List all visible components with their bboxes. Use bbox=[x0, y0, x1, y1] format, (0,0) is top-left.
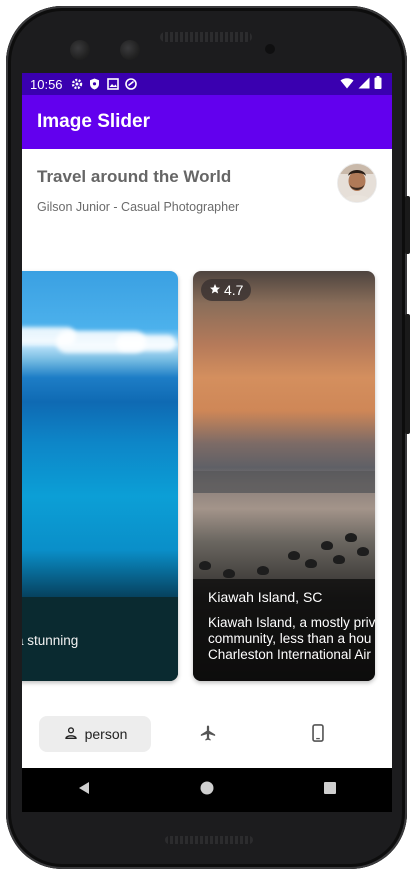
status-bar: 10:56 bbox=[22, 73, 392, 95]
front-camera-icon bbox=[70, 40, 90, 60]
earpiece-speaker bbox=[160, 32, 252, 42]
battery-icon bbox=[374, 76, 382, 92]
phone-icon bbox=[311, 723, 325, 745]
status-time: 10:56 bbox=[30, 76, 63, 92]
slide-card[interactable]: 4.7 Kiawah Island, SC Kiawah Island, a m… bbox=[193, 271, 375, 681]
nav-item-flights[interactable] bbox=[188, 716, 228, 752]
recents-icon[interactable] bbox=[322, 780, 338, 801]
home-icon[interactable] bbox=[199, 780, 215, 801]
avatar[interactable] bbox=[337, 163, 377, 203]
profile-header: Travel around the World Gilson Junior - … bbox=[22, 149, 392, 241]
app-bar: Image Slider bbox=[22, 95, 392, 149]
slide-card[interactable]: ny a stunning bbox=[22, 271, 178, 681]
slide-description-line: Kiawah Island, a mostly priv bbox=[208, 615, 375, 630]
sync-icon bbox=[124, 78, 137, 90]
signal-icon bbox=[358, 77, 370, 92]
app-title: Image Slider bbox=[37, 111, 150, 132]
person-icon bbox=[63, 725, 79, 744]
system-navigation-bar bbox=[22, 768, 392, 812]
rating-value: 4.7 bbox=[224, 282, 244, 298]
bottom-navigation: person bbox=[22, 713, 392, 753]
slide-description: ny a stunning bbox=[22, 633, 79, 648]
slide-title: Kiawah Island, SC bbox=[208, 589, 323, 605]
slide-description-line: Charleston International Air bbox=[208, 647, 371, 662]
star-icon bbox=[209, 282, 221, 298]
nav-item-label: person bbox=[84, 726, 128, 742]
nav-item-devices[interactable] bbox=[298, 716, 338, 752]
wifi-icon bbox=[340, 77, 354, 92]
airplane-icon bbox=[199, 724, 217, 745]
image-slider[interactable]: ny a stunning 4.7 bbox=[22, 241, 392, 681]
slide-description: Kiawah Island, a mostly priv community, … bbox=[208, 615, 375, 663]
shield-icon bbox=[89, 78, 101, 90]
status-right-group bbox=[340, 76, 382, 92]
back-icon[interactable] bbox=[76, 780, 92, 801]
rating-badge: 4.7 bbox=[201, 279, 252, 301]
app-screen: 10:56 Image Slider Travel around the Wor… bbox=[22, 73, 392, 768]
front-sensor-icon bbox=[120, 40, 140, 60]
volume-button bbox=[405, 314, 410, 434]
image-icon bbox=[106, 78, 119, 90]
slide-caption: Kiawah Island, SC Kiawah Island, a mostl… bbox=[193, 579, 375, 681]
bottom-speaker bbox=[165, 836, 253, 844]
slide-description-line: community, less than a hou bbox=[208, 631, 372, 646]
settings-icon bbox=[71, 78, 83, 90]
nav-item-person[interactable]: person bbox=[39, 716, 151, 752]
slide-caption: ny a stunning bbox=[22, 597, 178, 681]
power-button bbox=[405, 196, 410, 254]
proximity-sensor bbox=[265, 44, 275, 54]
page-subtitle: Gilson Junior - Casual Photographer bbox=[37, 200, 240, 214]
page-title: Travel around the World bbox=[37, 167, 232, 186]
